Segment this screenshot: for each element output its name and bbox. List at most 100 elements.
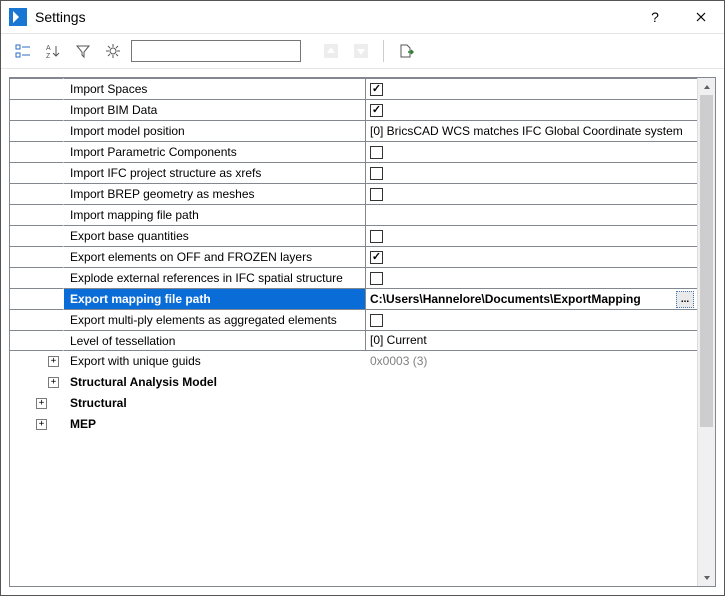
- property-value[interactable]: [366, 99, 697, 120]
- checkbox[interactable]: [370, 167, 383, 180]
- property-row[interactable]: Explode external references in IFC spati…: [10, 267, 697, 288]
- property-row[interactable]: Import Spaces: [10, 78, 697, 99]
- search-input[interactable]: [132, 41, 300, 61]
- app-icon: [9, 8, 27, 26]
- property-row[interactable]: Import BREP geometry as meshes: [10, 183, 697, 204]
- property-name-label: Export multi-ply elements as aggregated …: [70, 313, 337, 327]
- property-value-label: C:\Users\Hannelore\Documents\ExportMappi…: [370, 289, 641, 310]
- row-gutter: +: [10, 351, 64, 372]
- property-value[interactable]: [366, 78, 697, 99]
- property-value[interactable]: C:\Users\Hannelore\Documents\ExportMappi…: [366, 288, 697, 309]
- expand-toggle[interactable]: +: [36, 398, 47, 409]
- row-gutter: [10, 246, 64, 267]
- property-name: Import mapping file path: [64, 204, 366, 225]
- property-value[interactable]: [366, 183, 697, 204]
- property-name: Import BREP geometry as meshes: [64, 183, 366, 204]
- property-name-label: Import BREP geometry as meshes: [70, 187, 255, 201]
- checkbox[interactable]: [370, 188, 383, 201]
- group-label: MEP: [70, 417, 96, 431]
- row-gutter: [10, 120, 64, 141]
- property-row[interactable]: Export multi-ply elements as aggregated …: [10, 309, 697, 330]
- filter-button[interactable]: [71, 39, 95, 63]
- row-gutter: [10, 225, 64, 246]
- checkbox[interactable]: [370, 146, 383, 159]
- property-value[interactable]: 0x0003 (3): [366, 351, 697, 372]
- export-button[interactable]: [394, 39, 418, 63]
- property-row[interactable]: Export mapping file path C:\Users\Hannelo…: [10, 288, 697, 309]
- svg-text:A: A: [46, 45, 51, 52]
- configure-button[interactable]: [101, 39, 125, 63]
- row-gutter: +: [10, 372, 64, 393]
- property-value[interactable]: [366, 246, 697, 267]
- expand-toggle[interactable]: +: [36, 419, 47, 430]
- property-row[interactable]: + Export with unique guids0x0003 (3): [10, 351, 697, 372]
- checkbox[interactable]: [370, 104, 383, 117]
- property-value-label: [0] BricsCAD WCS matches IFC Global Coor…: [370, 121, 683, 142]
- property-value: [366, 414, 697, 435]
- checkbox[interactable]: [370, 83, 383, 96]
- property-name: Import model position: [64, 120, 366, 141]
- property-value[interactable]: [366, 141, 697, 162]
- expand-toggle[interactable]: +: [48, 356, 59, 367]
- group-label: Structural: [70, 396, 127, 410]
- property-value[interactable]: [366, 267, 697, 288]
- property-row[interactable]: Export elements on OFF and FROZEN layers: [10, 246, 697, 267]
- property-value[interactable]: [366, 309, 697, 330]
- property-name-label: Export base quantities: [70, 229, 189, 243]
- close-button[interactable]: [678, 1, 724, 33]
- property-row[interactable]: + MEP: [10, 414, 697, 435]
- property-name-label: Export mapping file path: [70, 292, 211, 306]
- property-name: Import IFC project structure as xrefs: [64, 162, 366, 183]
- property-grid: Import SpacesImport BIM DataImport model…: [9, 77, 716, 587]
- property-name: Export multi-ply elements as aggregated …: [64, 309, 366, 330]
- nav-up-button[interactable]: [319, 39, 343, 63]
- property-name-label: Import IFC project structure as xrefs: [70, 166, 261, 180]
- property-name: Export with unique guids: [64, 351, 366, 372]
- checkbox[interactable]: [370, 251, 383, 264]
- row-gutter: [10, 330, 64, 351]
- scroll-track[interactable]: [698, 95, 715, 569]
- row-gutter: [10, 267, 64, 288]
- property-row[interactable]: Export base quantities: [10, 225, 697, 246]
- checkbox[interactable]: [370, 272, 383, 285]
- titlebar: Settings ?: [1, 1, 724, 34]
- property-row[interactable]: Import mapping file path: [10, 204, 697, 225]
- help-button[interactable]: ?: [632, 1, 678, 33]
- property-value[interactable]: [0] Current: [366, 330, 697, 351]
- checkbox[interactable]: [370, 314, 383, 327]
- property-row[interactable]: Import BIM Data: [10, 99, 697, 120]
- property-row[interactable]: Import Parametric Components: [10, 141, 697, 162]
- property-value[interactable]: [0] BricsCAD WCS matches IFC Global Coor…: [366, 120, 697, 141]
- row-gutter: [10, 183, 64, 204]
- property-name-label: Import model position: [70, 124, 185, 138]
- property-value[interactable]: [366, 162, 697, 183]
- property-name: Structural: [64, 393, 366, 414]
- checkbox[interactable]: [370, 230, 383, 243]
- nav-down-button[interactable]: [349, 39, 373, 63]
- property-row[interactable]: Level of tessellation [0] Current: [10, 330, 697, 351]
- property-value: [366, 393, 697, 414]
- toolbar: A Z: [1, 34, 724, 69]
- scroll-up-arrow[interactable]: [698, 78, 715, 95]
- row-gutter: [10, 204, 64, 225]
- categorized-view-button[interactable]: [11, 39, 35, 63]
- property-row[interactable]: Import model position [0] BricsCAD WCS ma…: [10, 120, 697, 141]
- property-name: Export elements on OFF and FROZEN layers: [64, 246, 366, 267]
- property-row[interactable]: + Structural: [10, 393, 697, 414]
- property-value[interactable]: [366, 225, 697, 246]
- browse-button[interactable]: ...: [676, 291, 694, 308]
- vertical-scrollbar[interactable]: [697, 78, 715, 586]
- property-name: Import Spaces: [64, 78, 366, 99]
- property-name: Structural Analysis Model: [64, 372, 366, 393]
- expand-toggle[interactable]: +: [48, 377, 59, 388]
- property-name-label: Level of tessellation: [70, 334, 175, 348]
- alphabetical-view-button[interactable]: A Z: [41, 39, 65, 63]
- property-row[interactable]: + Structural Analysis Model: [10, 372, 697, 393]
- property-value: [366, 372, 697, 393]
- scroll-thumb[interactable]: [700, 95, 713, 427]
- property-row[interactable]: Import IFC project structure as xrefs: [10, 162, 697, 183]
- scroll-down-arrow[interactable]: [698, 569, 715, 586]
- property-value[interactable]: [366, 204, 697, 225]
- property-value-label: [0] Current: [370, 330, 427, 351]
- property-name: Explode external references in IFC spati…: [64, 267, 366, 288]
